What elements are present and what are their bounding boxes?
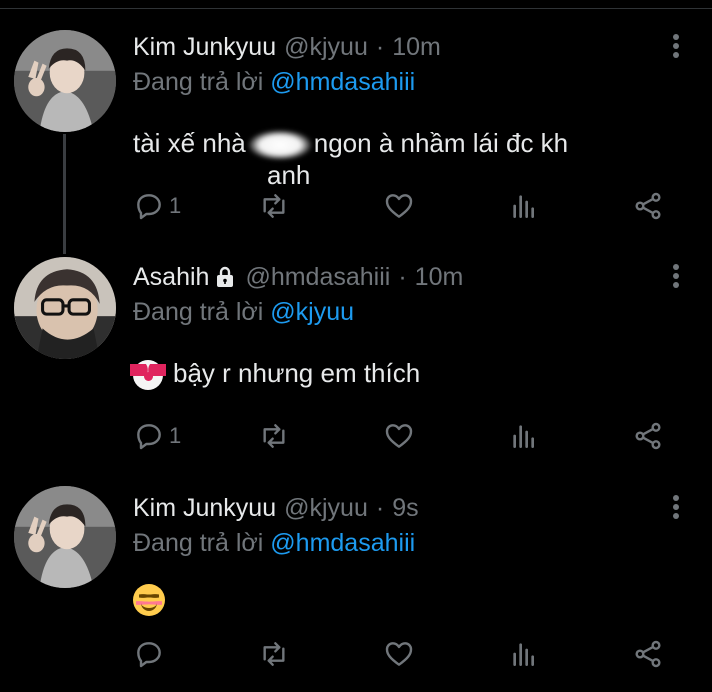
tweet-text: bậy r nhưng em thích: [130, 358, 421, 391]
more-icon[interactable]: [672, 495, 680, 521]
more-icon[interactable]: [672, 34, 680, 60]
smiling-face-emoji: [133, 584, 165, 617]
share-icon: [635, 640, 661, 668]
action-bar: 1: [0, 416, 712, 456]
action-bar: 1: [0, 186, 712, 226]
retweet-icon: [263, 424, 285, 448]
reply-count: 1: [169, 423, 182, 448]
tweet-header: Kim Junkyuu @kjyuu · 9s: [133, 491, 419, 525]
timestamp[interactable]: 9s: [392, 494, 418, 523]
tweet-text: tài xế nhà ngon à nhầm lái đc kh: [133, 128, 569, 161]
retweet-button[interactable]: [258, 634, 290, 674]
avatar[interactable]: [14, 30, 116, 132]
reply-icon: [137, 424, 161, 450]
like-button[interactable]: [383, 186, 415, 226]
share-button[interactable]: [632, 186, 664, 226]
tweet-header: Asahih @hmdasahiii · 10m: [133, 260, 463, 294]
analytics-icon: [513, 195, 534, 218]
analytics-button[interactable]: [508, 416, 540, 456]
analytics-button[interactable]: [508, 634, 540, 674]
separator: ·: [375, 32, 385, 61]
replying-to: Đang trả lời @kjyuu: [133, 298, 354, 327]
share-button[interactable]: [632, 634, 664, 674]
replying-to-handle[interactable]: @kjyuu: [270, 298, 354, 326]
reply-count: 1: [169, 193, 182, 218]
separator: ·: [375, 493, 385, 522]
avatar-image: [14, 486, 116, 588]
display-name[interactable]: Kim Junkyuu: [133, 494, 276, 523]
action-bar: [0, 634, 712, 674]
clown-face-emoji: [130, 360, 166, 391]
share-icon: [635, 192, 661, 220]
analytics-button[interactable]: [508, 186, 540, 226]
timestamp[interactable]: 10m: [392, 33, 441, 62]
like-icon: [385, 424, 413, 448]
retweet-button[interactable]: [258, 186, 290, 226]
replying-to-label: Đang trả lời: [133, 529, 264, 557]
replying-to-handle[interactable]: @hmdasahiii: [270, 529, 415, 557]
reply-button[interactable]: 1: [133, 416, 181, 456]
analytics-icon: [513, 425, 534, 448]
separator: ·: [398, 262, 407, 291]
avatar-image: [14, 30, 116, 132]
reply-icon: [137, 642, 161, 668]
user-handle[interactable]: @hmdasahiii: [245, 263, 390, 292]
tweet-header: Kim Junkyuu @kjyuu · 10m: [133, 30, 441, 64]
replying-to-handle[interactable]: @hmdasahiii: [270, 68, 415, 96]
reply-button[interactable]: 1: [133, 186, 181, 226]
user-handle[interactable]: @kjyuu: [284, 33, 368, 62]
display-name[interactable]: Kim Junkyuu: [133, 33, 276, 62]
like-icon: [385, 642, 413, 666]
replying-to-label: Đang trả lời: [133, 298, 264, 326]
reply-button[interactable]: [133, 634, 169, 674]
top-divider: [0, 0, 712, 9]
redacted-scribble: [247, 130, 312, 161]
replying-to-label: Đang trả lời: [133, 68, 264, 96]
like-button[interactable]: [383, 416, 415, 456]
share-icon: [635, 422, 661, 450]
tweet-text: [133, 583, 165, 617]
tweet-text-part-2: ngon à nhầm lái đc kh: [313, 128, 569, 158]
tweet-text-body: bậy r nhưng em thích: [173, 358, 421, 388]
share-button[interactable]: [632, 416, 664, 456]
lock-icon: [213, 265, 237, 289]
display-name[interactable]: Asahih: [133, 263, 209, 292]
timestamp[interactable]: 10m: [415, 263, 464, 292]
reply-icon: [137, 194, 161, 220]
avatar[interactable]: [14, 486, 116, 588]
analytics-icon: [513, 643, 534, 666]
replying-to: Đang trả lời @hmdasahiii: [133, 529, 415, 558]
tweet-3[interactable]: Kim Junkyuu @kjyuu · 9s Đang trả lời @hm…: [0, 486, 712, 691]
replying-to: Đang trả lời @hmdasahiii: [133, 68, 415, 97]
like-icon: [385, 194, 413, 218]
tweet-text-part-1: tài xế nhà: [133, 128, 246, 158]
like-button[interactable]: [383, 634, 415, 674]
tweet-2[interactable]: Asahih @hmdasahiii · 10m Đang trả lời @k…: [0, 257, 712, 460]
tweet-1[interactable]: Kim Junkyuu @kjyuu · 10m Đang trả lời @h…: [0, 30, 712, 254]
user-handle[interactable]: @kjyuu: [284, 494, 368, 523]
retweet-button[interactable]: [258, 416, 290, 456]
avatar[interactable]: [14, 257, 116, 359]
more-icon[interactable]: [672, 264, 680, 290]
retweet-icon: [263, 642, 285, 666]
retweet-icon: [263, 194, 285, 218]
avatar-image: [14, 257, 116, 359]
